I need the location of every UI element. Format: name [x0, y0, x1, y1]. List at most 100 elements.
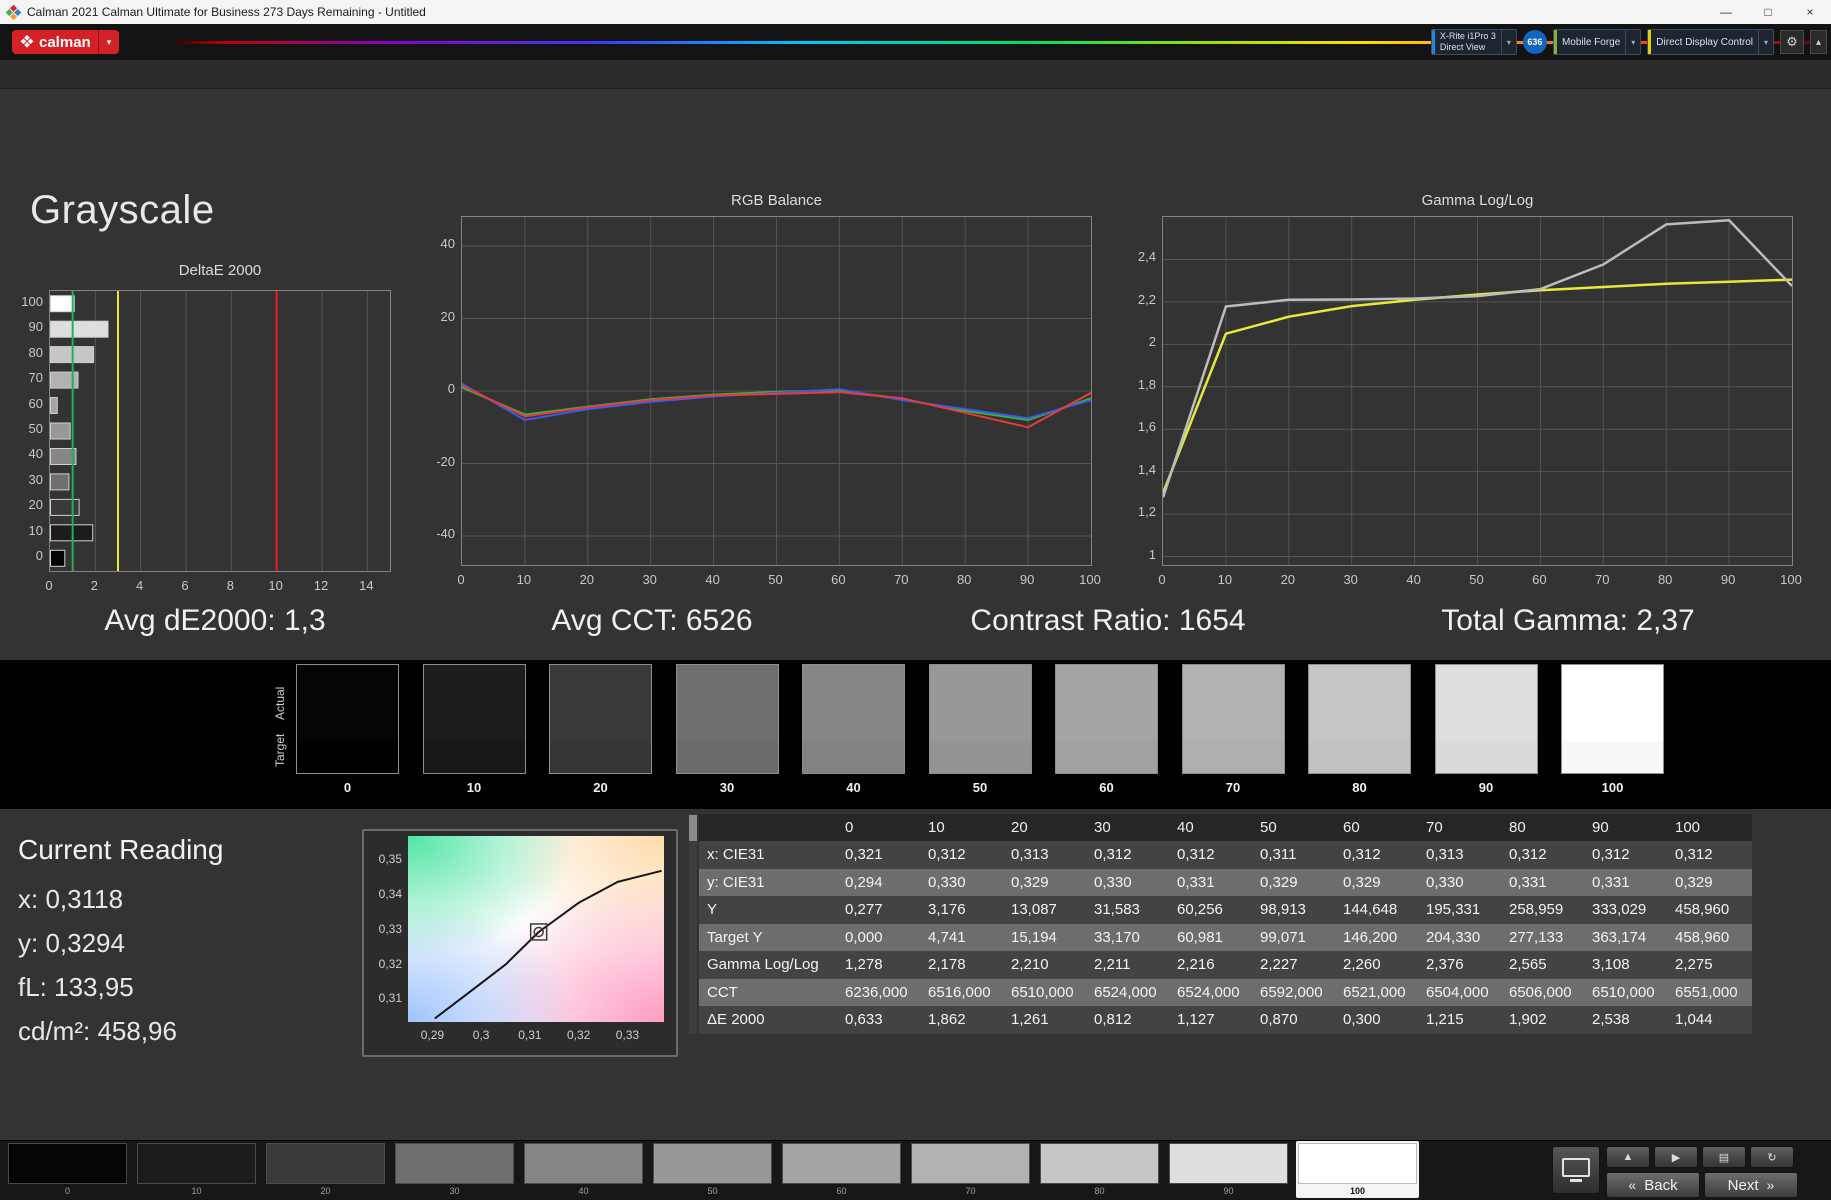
current-reading-fl: fL: 133,95: [18, 972, 134, 1002]
pattern-button-70[interactable]: 70: [909, 1141, 1032, 1198]
meter-count-badge[interactable]: 636: [1522, 30, 1547, 54]
table-cell: 1,127: [1177, 1011, 1215, 1029]
rgb-x-tick: 30: [642, 572, 657, 587]
pattern-swatch: [137, 1143, 256, 1184]
rgb-balance-svg: [462, 217, 1091, 565]
pattern-button-100[interactable]: 100: [1296, 1141, 1419, 1198]
rgb-y-tick: 20: [440, 308, 455, 324]
swatch-actual: [1562, 665, 1663, 741]
deltae-x-tick: 14: [359, 578, 374, 593]
collapse-toolbar-button[interactable]: ▴: [1810, 30, 1827, 54]
calman-menu-caret[interactable]: ▾: [98, 30, 119, 54]
pattern-swatch: [1298, 1143, 1417, 1184]
table-cell: 6516,000: [928, 983, 991, 1001]
gamma-y-tick: 2,4: [1137, 249, 1156, 265]
next-label: Next: [1727, 1176, 1759, 1194]
table-cell: 6236,000: [845, 983, 908, 1001]
table-cell: 258,959: [1509, 901, 1564, 919]
table-header-row: 0 10 20 30 40 50 60 70 80 90 100: [699, 814, 1752, 841]
settings-gear-button[interactable]: ⚙: [1780, 30, 1804, 54]
rgb-x-tick: 100: [1079, 572, 1101, 587]
next-button[interactable]: Next »: [1704, 1172, 1798, 1198]
pattern-button-60[interactable]: 60: [780, 1141, 903, 1198]
calman-diamond-icon: [20, 34, 34, 49]
swatch-level-label: 70: [1225, 780, 1241, 795]
rgb-y-tick: 40: [440, 236, 455, 251]
table-column-header: 70: [1426, 819, 1443, 836]
table-column-header: 90: [1592, 819, 1609, 836]
table-cell: 99,071: [1260, 928, 1306, 946]
table-row-label: Y: [707, 901, 718, 919]
pattern-swatch: [266, 1143, 385, 1184]
meter-name: X-Rite i1Pro 3 Direct View: [1435, 31, 1501, 53]
table-row: y: CIE31 0,294 0,330 0,329 0,330 0,331 0,329 0,…: [699, 868, 1752, 896]
swatch-actual: [297, 665, 398, 741]
table-cell: 2,210: [1011, 956, 1049, 974]
table-scrollbar[interactable]: [689, 814, 697, 1034]
cie-y-tick: 0,34: [378, 887, 402, 902]
source-selector[interactable]: Mobile Forge ▾: [1552, 29, 1642, 55]
table-cell: 363,174: [1592, 928, 1647, 946]
page-title: Grayscale: [30, 188, 215, 232]
rgb-x-tick: 10: [516, 572, 532, 587]
table-scrollbar-thumb[interactable]: [689, 815, 697, 841]
swatch-actual: [803, 665, 904, 741]
table-cell: 13,087: [1011, 901, 1057, 919]
swatch-actual: [550, 665, 651, 741]
pattern-button-80[interactable]: 80: [1038, 1141, 1161, 1198]
maximize-button[interactable]: □: [1747, 0, 1789, 24]
table-cell: 1,902: [1509, 1011, 1547, 1029]
calman-menu-button[interactable]: calman: [12, 30, 101, 54]
window-title: Calman 2021 Calman Ultimate for Business…: [27, 5, 426, 19]
display-control-selector[interactable]: Direct Display Control ▾: [1647, 29, 1774, 55]
swatch-level-label: 30: [719, 780, 735, 795]
pattern-refresh-button[interactable]: ↻: [1750, 1146, 1794, 1168]
table-cell: 0,321: [845, 846, 883, 864]
pattern-button-10[interactable]: 10: [135, 1141, 258, 1198]
deltae-x-tick: 8: [226, 578, 234, 593]
rgb-x-tick: 20: [579, 572, 595, 587]
table-cell: 0,633: [845, 1011, 883, 1029]
pattern-button-90[interactable]: 90: [1167, 1141, 1290, 1198]
minimize-button[interactable]: —: [1705, 0, 1747, 24]
pattern-button-30[interactable]: 30: [393, 1141, 516, 1198]
table-row-label: CCT: [707, 983, 738, 1001]
table-column-header: 50: [1260, 819, 1277, 836]
calman-app-icon: [5, 4, 22, 20]
pattern-button-0[interactable]: 0: [6, 1141, 129, 1198]
table-cell: 0,313: [1426, 846, 1464, 864]
toolbar-right-cluster: X-Rite i1Pro 3 Direct View ▾ 636 Mobile …: [1430, 29, 1827, 55]
meter-selector[interactable]: X-Rite i1Pro 3 Direct View ▾: [1430, 29, 1517, 55]
pattern-grid-button[interactable]: ▤: [1702, 1146, 1746, 1168]
pattern-up-button[interactable]: ▲: [1606, 1146, 1650, 1168]
close-button[interactable]: ×: [1789, 0, 1831, 24]
table-cell: 60,256: [1177, 901, 1223, 919]
current-reading-cd: cd/m²: 458,96: [18, 1016, 177, 1046]
pattern-button-20[interactable]: 20: [264, 1141, 387, 1198]
pattern-play-button[interactable]: ▶: [1654, 1146, 1698, 1168]
cie-y-tick: 0,35: [378, 852, 402, 867]
gamma-x-tick: 0: [1158, 572, 1166, 587]
gamma-y-tick: 1,4: [1137, 461, 1156, 477]
table-cell: 1,261: [1011, 1011, 1049, 1029]
current-reading-title: Current Reading: [18, 834, 224, 865]
cie-y-tick: 0,33: [378, 921, 402, 936]
table-row: ΔE 2000 0,633 1,862 1,261 0,812 1,127 0,870 0,3…: [699, 1006, 1752, 1034]
back-button[interactable]: « Back: [1606, 1172, 1700, 1198]
swatch-actual: [929, 665, 1031, 741]
deltae-y-tick: 20: [28, 497, 43, 513]
table-cell: 33,170: [1094, 928, 1140, 946]
layout-tab-bar: [0, 60, 1831, 89]
table-cell: 6592,000: [1260, 983, 1323, 1001]
pattern-window-button[interactable]: [1552, 1146, 1600, 1194]
table-cell: 6504,000: [1426, 983, 1489, 1001]
pattern-swatch: [911, 1143, 1030, 1184]
table-cell: 333,029: [1592, 901, 1647, 919]
swatch-actual: [423, 665, 525, 741]
grayscale-swatch-90: [1434, 664, 1538, 774]
table-cell: 0,330: [1094, 873, 1132, 891]
pattern-button-40[interactable]: 40: [522, 1141, 645, 1198]
table-cell: 2,211: [1094, 956, 1131, 974]
pattern-button-50[interactable]: 50: [651, 1141, 774, 1198]
grayscale-swatch-0: [296, 664, 399, 774]
